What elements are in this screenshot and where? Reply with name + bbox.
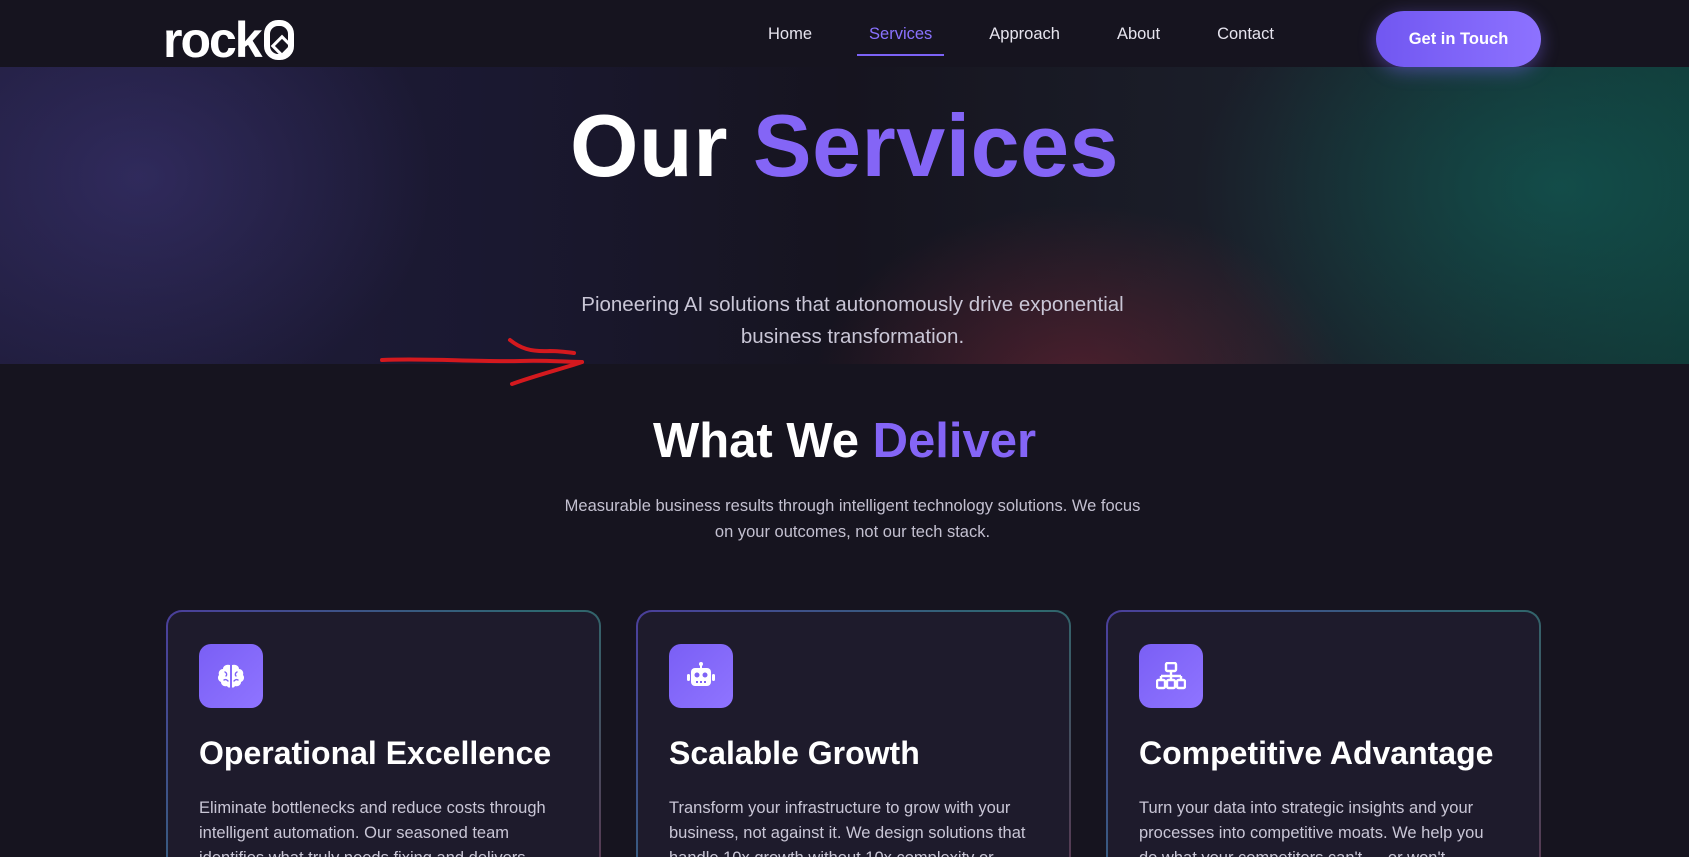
card-body-line: business, not against it. We design solu… [669, 824, 1026, 842]
logo[interactable]: rock [163, 15, 294, 65]
hero-subtitle: Pioneering AI solutions that autonomousl… [544, 289, 1161, 353]
nav-link-about[interactable]: About [1117, 22, 1160, 46]
robot-icon [669, 644, 733, 708]
hero-subtitle-line-1: Pioneering AI solutions that autonomousl… [581, 293, 1124, 316]
nav-link-approach[interactable]: Approach [989, 22, 1060, 46]
card-body-line: intelligent automation. Our seasoned tea… [199, 824, 510, 842]
card-body-line: identifies what truly needs fixing and d… [199, 849, 526, 857]
card-body-line: Eliminate bottlenecks and reduce costs t… [199, 799, 546, 817]
card-body: Eliminate bottlenecks and reduce costs t… [199, 796, 568, 857]
card-body-line: processes into competitive moats. We hel… [1139, 824, 1484, 842]
top-nav: rock Home Services Approach About Contac… [0, 0, 1689, 67]
service-card-scalable-growth[interactable]: Scalable Growth Transform your infrastru… [636, 610, 1071, 857]
get-in-touch-button[interactable]: Get in Touch [1376, 11, 1541, 67]
page: rock Home Services Approach About Contac… [0, 0, 1689, 857]
nav-link-contact[interactable]: Contact [1217, 22, 1274, 46]
nav-links: Home Services Approach About Contact [768, 0, 1331, 67]
card-body: Turn your data into strategic insights a… [1139, 796, 1508, 857]
section-title: What We Deliver [0, 411, 1689, 471]
logo-mark-icon [263, 20, 294, 60]
card-body-line: do what your competitors can't — or won'… [1139, 849, 1450, 857]
card-body-line: handle 10x growth without 10x complexity… [669, 849, 994, 857]
logo-text: rock [163, 12, 263, 68]
section-title-plain: What We [652, 414, 859, 468]
card-title: Competitive Advantage [1139, 735, 1494, 771]
section-subtitle-line-1: Measurable business results through inte… [564, 497, 1141, 515]
nav-link-services[interactable]: Services [856, 22, 945, 56]
service-card-competitive-advantage[interactable]: Competitive Advantage Turn your data int… [1106, 610, 1541, 857]
hero-subtitle-line-2: business transformation. [740, 325, 965, 348]
section-subtitle: Measurable business results through inte… [540, 493, 1165, 545]
hero-title-accent: Services [752, 96, 1119, 195]
card-body: Transform your infrastructure to grow wi… [669, 796, 1038, 857]
card-body-line: Transform your infrastructure to grow wi… [669, 799, 1011, 817]
card-title: Scalable Growth [669, 735, 920, 771]
card-body-line: Turn your data into strategic insights a… [1139, 799, 1474, 817]
network-icon [1139, 644, 1203, 708]
brain-icon [199, 644, 263, 708]
service-card-operational-excellence[interactable]: Operational Excellence Eliminate bottlen… [166, 610, 601, 857]
section-title-accent: Deliver [872, 414, 1037, 468]
hero-title: Our Services [0, 96, 1689, 196]
nav-link-home[interactable]: Home [768, 22, 812, 46]
annotation-arrow-icon [380, 338, 584, 386]
hero-title-plain: Our [569, 96, 728, 195]
card-title: Operational Excellence [199, 735, 552, 771]
section-subtitle-line-2: on your outcomes, not our tech stack. [714, 523, 991, 541]
